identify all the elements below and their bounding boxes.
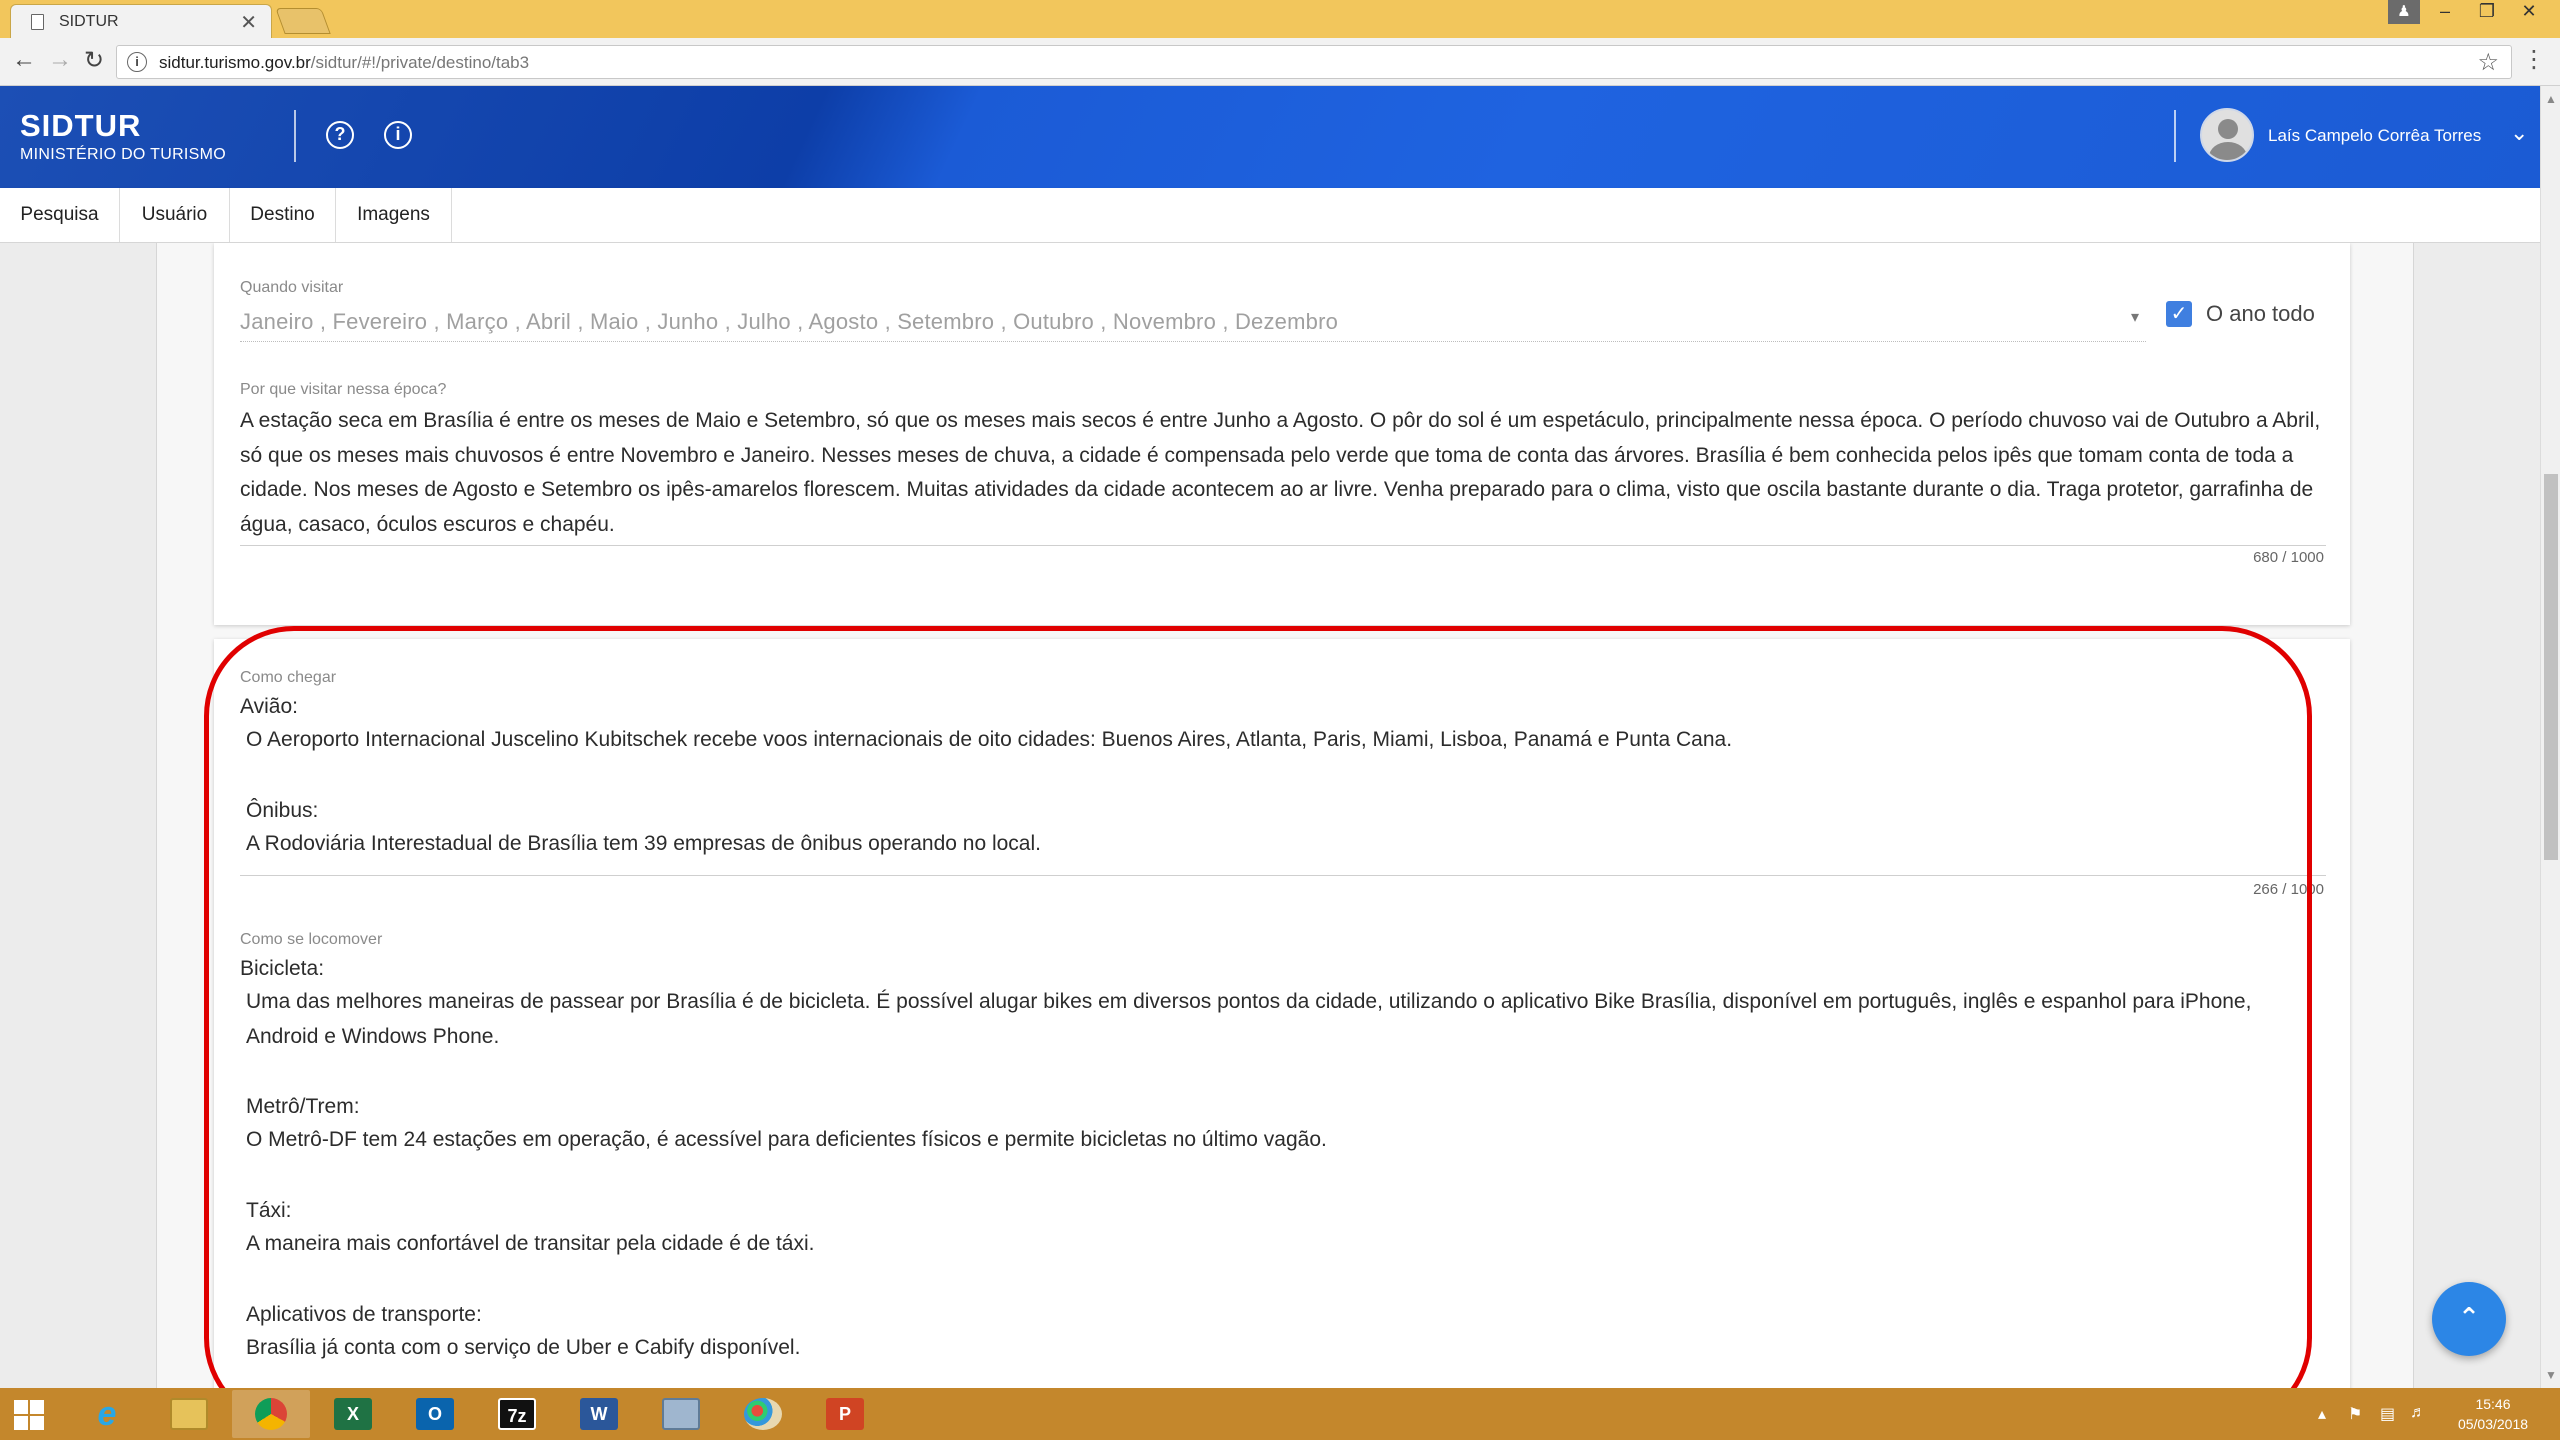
outlook-icon[interactable]: O: [396, 1390, 474, 1438]
clock-date: 05/03/2018: [2457, 1416, 2529, 1432]
volume-icon[interactable]: ♬: [2410, 1404, 2426, 1422]
browser-tab-strip: SIDTUR ✕ ♟ – ❐ ✕: [0, 0, 2560, 38]
section-title[interactable]: Avião:: [240, 695, 298, 719]
section-title[interactable]: Bicicleta:: [240, 957, 324, 981]
brand-name: SIDTUR: [20, 108, 142, 143]
help-icon[interactable]: ?: [326, 121, 354, 149]
excel-icon[interactable]: X: [314, 1390, 392, 1438]
tab-imagens[interactable]: Imagens: [336, 188, 452, 242]
tab-usuario[interactable]: Usuário: [120, 188, 230, 242]
section-text[interactable]: A maneira mais confortável de transitar …: [246, 1227, 2326, 1262]
user-name[interactable]: Laís Campelo Corrêa Torres: [2268, 126, 2481, 146]
how-to-get-label: Como chegar: [240, 669, 337, 686]
all-year-label[interactable]: O ano todo: [2206, 301, 2315, 327]
scroll-to-top-button[interactable]: ⌃: [2432, 1282, 2506, 1356]
char-counter: 266 / 1000: [2253, 881, 2324, 898]
header-divider: [294, 110, 296, 162]
brand-logo[interactable]: SIDTUR MINISTÉRIO DO TURISMO: [20, 108, 226, 164]
clock-time: 15:46: [2475, 1396, 2511, 1412]
textarea-underline: [240, 875, 2326, 876]
7zip-icon[interactable]: 7z: [478, 1390, 556, 1438]
bookmark-star-icon[interactable]: ☆: [2477, 48, 2499, 77]
page-icon: [31, 14, 44, 30]
section-text[interactable]: A Rodoviária Interestadual de Brasília t…: [246, 827, 2326, 862]
network-icon[interactable]: ▤: [2380, 1404, 2395, 1424]
reload-icon[interactable]: ↻: [84, 46, 104, 75]
action-center-flag-icon[interactable]: ⚑: [2348, 1404, 2362, 1424]
page-scrollbar[interactable]: ▲ ▼: [2540, 86, 2560, 1388]
section-title[interactable]: Táxi:: [246, 1199, 292, 1223]
browser-toolbar: ← → ↻ i sidtur.turismo.gov.br/sidtur/#!/…: [0, 38, 2560, 86]
address-bar[interactable]: i sidtur.turismo.gov.br/sidtur/#!/privat…: [116, 45, 2512, 79]
app-header: SIDTUR MINISTÉRIO DO TURISMO ? i Laís Ca…: [0, 86, 2540, 188]
close-tab-icon[interactable]: ✕: [240, 10, 257, 35]
scrollbar-thumb[interactable]: [2544, 474, 2558, 860]
section-text[interactable]: O Aeroporto Internacional Juscelino Kubi…: [246, 723, 2326, 758]
when-to-visit-label: Quando visitar: [240, 279, 344, 296]
windows-start-icon[interactable]: [14, 1400, 44, 1430]
section-title[interactable]: Aplicativos de transporte:: [246, 1303, 482, 1327]
main-nav: Pesquisa Usuário Destino Imagens: [0, 188, 2540, 243]
header-divider: [2174, 110, 2176, 162]
user-profile-icon[interactable]: ♟: [2388, 0, 2420, 24]
dropdown-caret-icon[interactable]: ▾: [2131, 307, 2139, 327]
system-clock[interactable]: 15:46 05/03/2018: [2438, 1394, 2548, 1434]
getting-around-label: Como se locomover: [240, 931, 383, 948]
textarea-underline: [240, 545, 2326, 546]
section-text[interactable]: Brasília já conta com o serviço de Uber …: [246, 1331, 2326, 1366]
page-content[interactable]: Quando visitar Janeiro , Fevereiro , Mar…: [0, 243, 2540, 1388]
select-underline: [240, 341, 2146, 342]
chrome-icon[interactable]: [232, 1390, 310, 1438]
close-window-icon[interactable]: ✕: [2508, 0, 2550, 24]
getting-there-card: Como chegar Avião: O Aeroporto Internaci…: [214, 639, 2350, 1388]
chevron-up-icon: ⌃: [2458, 1302, 2480, 1332]
section-title[interactable]: Metrô/Trem:: [246, 1095, 360, 1119]
windows-taskbar: e X O 7z W P ▴ ⚑ ▤ ♬ 15:46 05/03/2018: [0, 1388, 2560, 1440]
tray-expand-icon[interactable]: ▴: [2318, 1404, 2326, 1424]
paint-icon[interactable]: [724, 1390, 802, 1438]
internet-explorer-icon[interactable]: e: [68, 1390, 146, 1438]
info-icon[interactable]: i: [384, 121, 412, 149]
section-text[interactable]: O Metrô-DF tem 24 estações em operação, …: [246, 1123, 2326, 1158]
browser-tab-title: SIDTUR: [59, 13, 119, 30]
avatar[interactable]: [2200, 108, 2254, 162]
minimize-window-icon[interactable]: –: [2424, 0, 2466, 24]
char-counter: 680 / 1000: [2253, 549, 2324, 566]
restore-window-icon[interactable]: ❐: [2466, 0, 2508, 24]
all-year-checkbox[interactable]: ✓: [2166, 301, 2192, 327]
site-info-icon[interactable]: i: [127, 52, 147, 72]
brand-subtitle: MINISTÉRIO DO TURISMO: [20, 146, 227, 163]
back-arrow-icon[interactable]: ←: [12, 46, 36, 74]
browser-menu-icon[interactable]: ⋮: [2522, 48, 2546, 72]
url-text[interactable]: sidtur.turismo.gov.br/sidtur/#!/private/…: [159, 53, 529, 73]
section-text[interactable]: Uma das melhores maneiras de passear por…: [246, 985, 2326, 1054]
chevron-down-icon[interactable]: ⌄: [2510, 120, 2528, 146]
seasonality-card: Quando visitar Janeiro , Fevereiro , Mar…: [214, 243, 2350, 625]
control-panel-icon[interactable]: [642, 1390, 720, 1438]
why-visit-label: Por que visitar nessa época?: [240, 381, 447, 398]
tab-pesquisa[interactable]: Pesquisa: [0, 188, 120, 242]
forward-arrow-icon[interactable]: →: [48, 46, 72, 74]
new-tab-button[interactable]: [275, 8, 331, 34]
scroll-down-arrow-icon[interactable]: ▼: [2545, 1368, 2557, 1382]
browser-tab[interactable]: SIDTUR ✕: [10, 4, 272, 38]
why-visit-textarea[interactable]: A estação seca em Brasília é entre os me…: [240, 404, 2330, 542]
months-select[interactable]: Janeiro , Fevereiro , Março , Abril , Ma…: [240, 309, 1338, 335]
scroll-up-arrow-icon[interactable]: ▲: [2545, 92, 2557, 106]
tab-destino[interactable]: Destino: [230, 188, 336, 242]
powerpoint-icon[interactable]: P: [806, 1390, 884, 1438]
file-explorer-icon[interactable]: [150, 1390, 228, 1438]
word-icon[interactable]: W: [560, 1390, 638, 1438]
section-title[interactable]: Ônibus:: [246, 799, 318, 823]
